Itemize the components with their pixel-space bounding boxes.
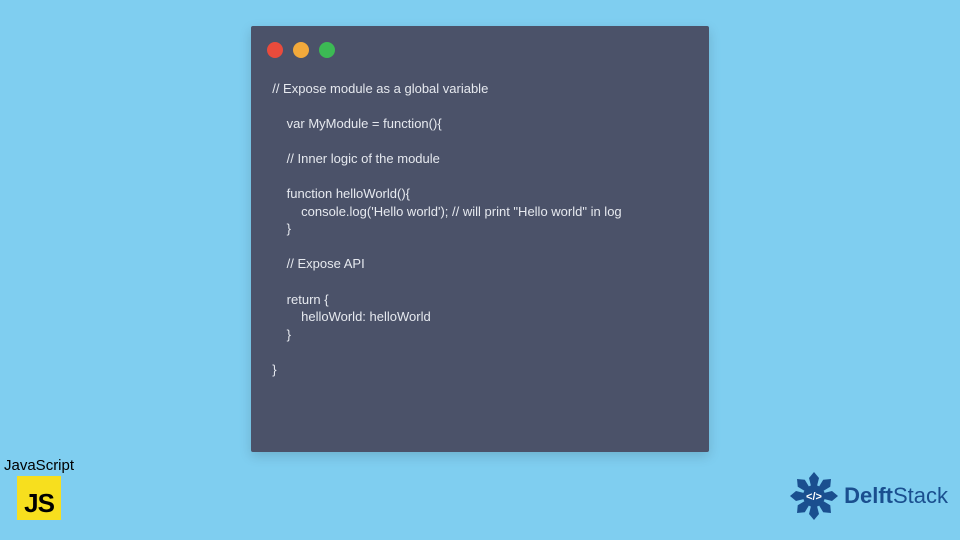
delftstack-icon: </> [788,470,840,522]
code-window: // Expose module as a global variable va… [251,26,709,452]
javascript-icon: JS [17,476,61,520]
delftstack-brand: </> DelftStack [788,470,948,522]
brand-rest: Stack [893,483,948,508]
brand-bold: Delft [844,483,893,508]
javascript-icon-text: JS [24,488,54,519]
window-titlebar [251,26,709,58]
delftstack-text: DelftStack [844,483,948,509]
maximize-dot-icon [319,42,335,58]
minimize-dot-icon [293,42,309,58]
code-content: // Expose module as a global variable va… [251,58,709,392]
close-dot-icon [267,42,283,58]
javascript-label: JavaScript [4,457,74,474]
javascript-badge: JavaScript JS [4,457,74,520]
svg-text:</>: </> [806,491,822,503]
